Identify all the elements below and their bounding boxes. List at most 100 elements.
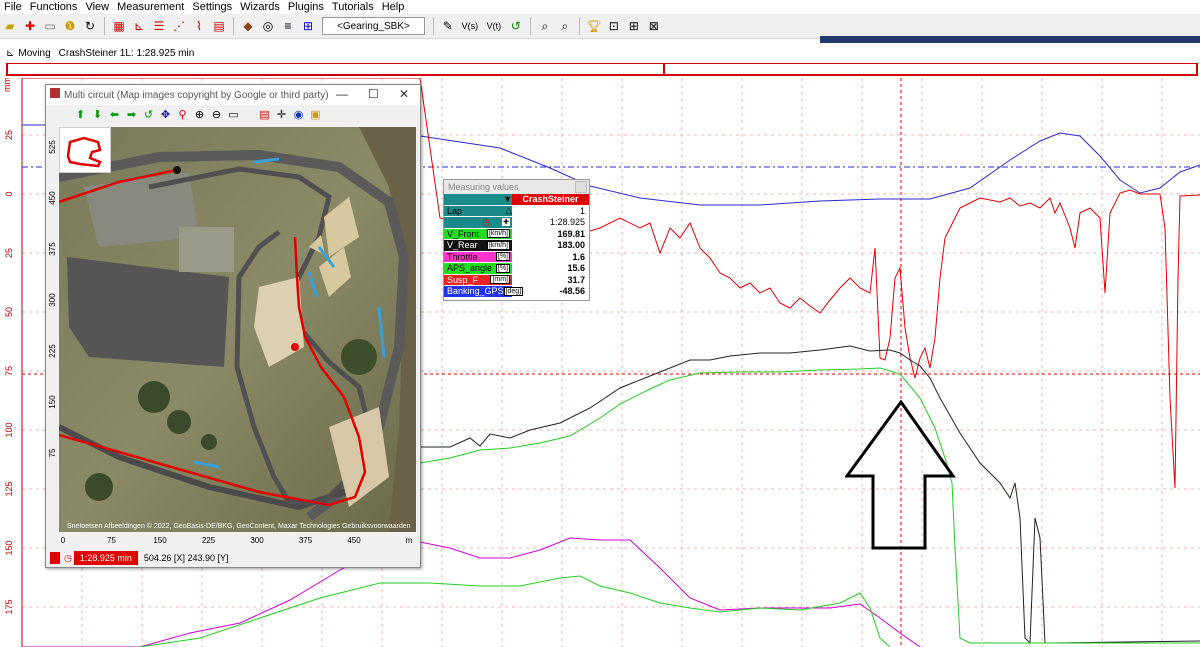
close-icon[interactable] bbox=[575, 181, 587, 193]
vt-button[interactable]: V(t) bbox=[483, 17, 505, 35]
measure-unit: [mm] bbox=[490, 275, 510, 285]
map-toolbar: ⬆ ⬇ ⬅ ➡ ↺ ✥ ⚲ ⊕ ⊖ ▭ ▤ ✛ ◉ ▣ bbox=[46, 105, 420, 123]
menu-functions[interactable]: Functions bbox=[26, 0, 82, 14]
driver-name: CrashSteiner bbox=[512, 194, 589, 205]
measure-channel[interactable]: APS_angle [%] bbox=[444, 263, 512, 274]
map-x-tick: 375 bbox=[299, 536, 313, 545]
zoom-out-icon[interactable]: ⊖ bbox=[208, 108, 225, 121]
zoom-out-icon[interactable]: ⌕ bbox=[556, 17, 574, 35]
lap-position-bar[interactable] bbox=[6, 63, 1198, 76]
map-y-axis: 525 450 375 300 225 150 75 bbox=[46, 127, 59, 532]
measure-channel[interactable]: Banking_GPS [deg] bbox=[444, 286, 524, 297]
undo-icon[interactable]: ↺ bbox=[507, 17, 525, 35]
report-icon[interactable]: ⊞ bbox=[299, 17, 317, 35]
select-rect-icon[interactable]: ▭ bbox=[225, 108, 242, 121]
vs-button[interactable]: V(s) bbox=[459, 17, 481, 35]
circuit-thumbnail[interactable] bbox=[59, 127, 111, 173]
lap-row: Lap △ 1 bbox=[444, 205, 589, 217]
globe-icon[interactable]: ◉ bbox=[290, 108, 307, 121]
layout-icon[interactable]: ▤ bbox=[256, 108, 273, 121]
measure-channel[interactable]: V_Front [km/h] bbox=[444, 228, 512, 239]
map-x-tick: 300 bbox=[250, 536, 264, 545]
menu-plugins[interactable]: Plugins bbox=[284, 0, 328, 14]
measure-unit: [%] bbox=[495, 263, 510, 273]
map-coords: 504.26 [X] 243.90 [Y] bbox=[143, 553, 229, 563]
measure-channel[interactable]: Throttle [%] bbox=[444, 251, 512, 262]
add-icon[interactable]: ✚ bbox=[21, 17, 39, 35]
map-y-tick: 300 bbox=[48, 293, 57, 307]
menu-measurement[interactable]: Measurement bbox=[113, 0, 188, 14]
pin-icon[interactable]: ⚲ bbox=[174, 108, 191, 121]
arrow-down-icon[interactable]: ⬇ bbox=[89, 108, 106, 121]
wrench-icon[interactable]: ✎ bbox=[439, 17, 457, 35]
chart-line-icon[interactable]: ⌇ bbox=[190, 17, 208, 35]
arrow-right-icon[interactable]: ➡ bbox=[123, 108, 140, 121]
measure-value: 1.6 bbox=[572, 251, 585, 262]
info-icon[interactable]: ❶ bbox=[61, 17, 79, 35]
trophy-icon[interactable]: 🏆︎ bbox=[585, 17, 603, 35]
cube-icon[interactable]: ◆ bbox=[239, 17, 257, 35]
open-folder-icon[interactable]: ▰ bbox=[1, 17, 19, 35]
move-icon[interactable]: ✥ bbox=[157, 108, 174, 121]
target-icon[interactable]: ◎ bbox=[259, 17, 277, 35]
y-tick-label: 175 bbox=[4, 599, 14, 614]
measuring-values-titlebar[interactable]: Measuring values bbox=[444, 180, 589, 194]
zoom-in-icon[interactable]: ⌕ bbox=[536, 17, 554, 35]
menu-file[interactable]: File bbox=[0, 0, 26, 14]
measuring-values-panel[interactable]: Measuring values ▼ CrashSteiner Lap △ 1 ◷… bbox=[443, 179, 590, 301]
menu-tutorials[interactable]: Tutorials bbox=[328, 0, 378, 14]
measure-unit: [%] bbox=[495, 252, 510, 262]
menu-view[interactable]: View bbox=[81, 0, 113, 14]
menu-help[interactable]: Help bbox=[378, 0, 409, 14]
measure-channel[interactable]: Susp_F [mm] bbox=[444, 274, 512, 285]
map-x-tick: 225 bbox=[202, 536, 216, 545]
chart-grid-icon[interactable]: ▦ bbox=[110, 17, 128, 35]
triangle-icon: △ bbox=[505, 205, 512, 216]
menu-settings[interactable]: Settings bbox=[188, 0, 236, 14]
measure-channel[interactable]: V_Rear [km/h] bbox=[444, 240, 512, 251]
stopwatch-icon: ◷ bbox=[482, 216, 491, 227]
v-front-trace bbox=[419, 367, 1200, 644]
lap-value: 1 bbox=[579, 205, 585, 216]
multi-circuit-window[interactable]: Multi circuit (Map images copyright by G… bbox=[45, 84, 421, 568]
chart-list-icon[interactable]: ☰ bbox=[150, 17, 168, 35]
ruler-icon[interactable]: ▭ bbox=[41, 17, 59, 35]
arrow-up-icon[interactable]: ⬆ bbox=[72, 108, 89, 121]
measure-value: 183.00 bbox=[557, 240, 585, 251]
measure-unit: [km/h] bbox=[486, 229, 510, 239]
y-tick-label: 150 bbox=[4, 540, 14, 555]
app-icon bbox=[50, 88, 60, 98]
overlay-icon[interactable]: ▣ bbox=[307, 108, 324, 121]
bars-icon[interactable]: ≡ bbox=[279, 17, 297, 35]
driver-row: ▼ CrashSteiner bbox=[444, 194, 589, 206]
plus-icon[interactable]: ✚ bbox=[502, 218, 510, 227]
measure-value: 15.6 bbox=[567, 263, 585, 274]
chart-scatter-icon[interactable]: ⋰ bbox=[170, 17, 188, 35]
map-window-titlebar[interactable]: Multi circuit (Map images copyright by G… bbox=[46, 85, 420, 105]
map-status-bar: ◷ 1:28.925 min 504.26 [X] 243.90 [Y] bbox=[46, 550, 420, 566]
map-x-tick: 150 bbox=[153, 536, 167, 545]
minimize-icon[interactable]: — bbox=[336, 87, 348, 101]
crosshair-icon[interactable]: ✛ bbox=[273, 108, 290, 121]
add-window-icon[interactable]: ⊞ bbox=[625, 17, 643, 35]
chart-axis-icon[interactable]: ⊾ bbox=[130, 17, 148, 35]
close-icon[interactable]: ⊠ bbox=[645, 17, 663, 35]
y-tick-label: 0 bbox=[4, 191, 14, 196]
window-icon[interactable]: ⊡ bbox=[605, 17, 623, 35]
gearing-profile-field[interactable]: <Gearing_SBK> bbox=[322, 17, 425, 35]
expand-icon[interactable]: ▼ bbox=[444, 194, 512, 205]
satellite-map[interactable]: Snetoetsen Afbeeldingen © 2022, GeoBasis… bbox=[59, 127, 416, 532]
close-icon[interactable]: ✕ bbox=[399, 87, 409, 101]
zoom-in-icon[interactable]: ⊕ bbox=[191, 108, 208, 121]
time-value: 1:28.925 bbox=[549, 217, 585, 228]
current-position-marker bbox=[291, 343, 299, 351]
measure-label: Throttle bbox=[447, 251, 478, 262]
maximize-icon[interactable]: ☐ bbox=[368, 87, 379, 101]
arrow-left-icon[interactable]: ⬅ bbox=[106, 108, 123, 121]
map-x-tick: m bbox=[406, 536, 413, 545]
menu-wizards[interactable]: Wizards bbox=[236, 0, 284, 14]
rotate-icon[interactable]: ↺ bbox=[140, 108, 157, 121]
chart-stack-icon[interactable]: ▤ bbox=[210, 17, 228, 35]
aps-angle-trace bbox=[139, 575, 891, 647]
refresh-icon[interactable]: ↻ bbox=[81, 17, 99, 35]
